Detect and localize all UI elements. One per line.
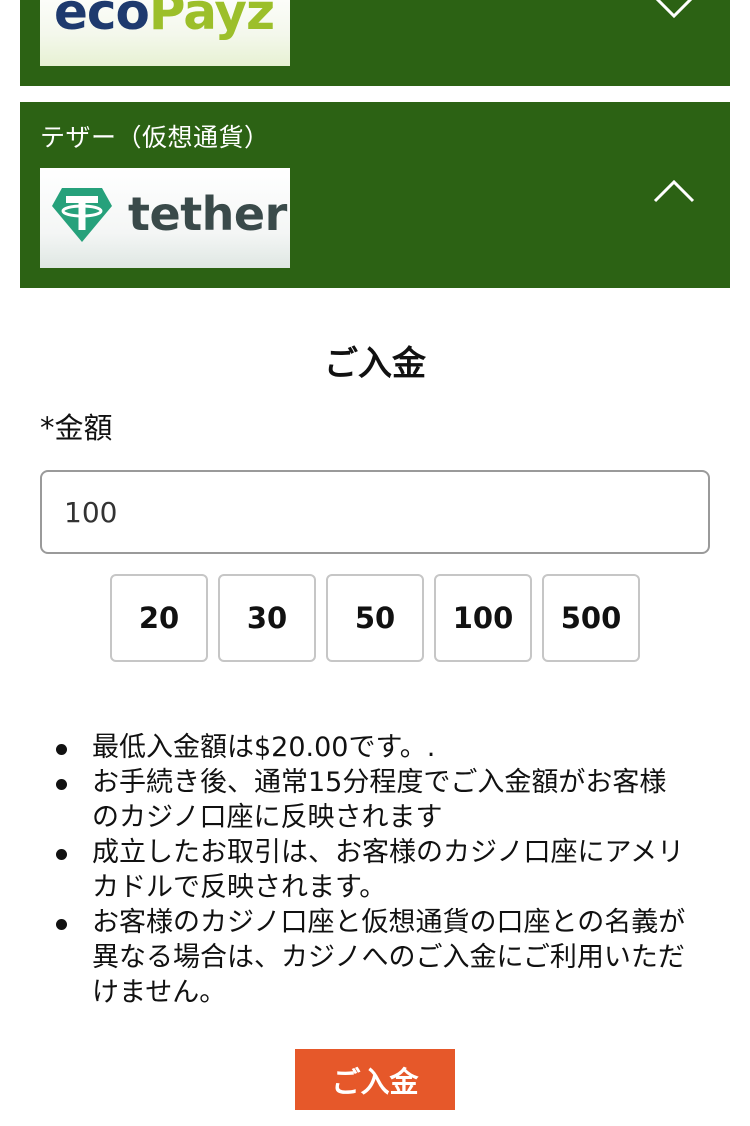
quick-amount-50-button[interactable]: 50 [326,574,424,662]
note-minimum-deposit: 最低入金額は$20.00です。. [52,730,692,765]
deposit-submit-button[interactable]: ご入金 [295,1049,455,1110]
deposit-title: ご入金 [324,344,426,384]
tether-logo: tether [40,168,290,268]
tether-icon [52,188,112,242]
payment-method-tether[interactable]: テザー（仮想通貨） tether [20,102,730,288]
amount-input[interactable] [40,470,710,554]
note-name-mismatch: お客様のカジノ口座と仮想通貨の口座との名義が異なる場合は、カジノへのご入金にご利… [52,905,692,1010]
quick-amount-20-button[interactable]: 20 [110,574,208,662]
quick-amount-500-button[interactable]: 500 [542,574,640,662]
quick-amount-group: 20 30 50 100 500 [110,574,640,662]
deposit-page: ecoPayz テザー（仮想通貨） tether ご入金 *金額 20 30 5… [0,0,750,1126]
amount-label: *金額 [40,411,113,445]
tether-logo-text: tether [128,187,287,241]
payment-method-label: テザー（仮想通貨） [40,123,270,152]
payment-method-ecopayz[interactable]: ecoPayz [20,0,730,86]
note-processing-time: お手続き後、通常15分程度でご入金額がお客様のカジノ口座に反映されます [52,765,692,835]
quick-amount-30-button[interactable]: 30 [218,574,316,662]
chevron-down-icon[interactable] [652,0,696,20]
ecopayz-logo-text: ecoPayz [54,0,275,41]
ecopayz-logo: ecoPayz [40,0,290,66]
deposit-notes: 最低入金額は$20.00です。. お手続き後、通常15分程度でご入金額がお客様の… [52,730,692,1010]
note-usd-reflection: 成立したお取引は、お客様のカジノ口座にアメリカドルで反映されます。 [52,835,692,905]
chevron-up-icon[interactable] [652,178,696,204]
quick-amount-100-button[interactable]: 100 [434,574,532,662]
